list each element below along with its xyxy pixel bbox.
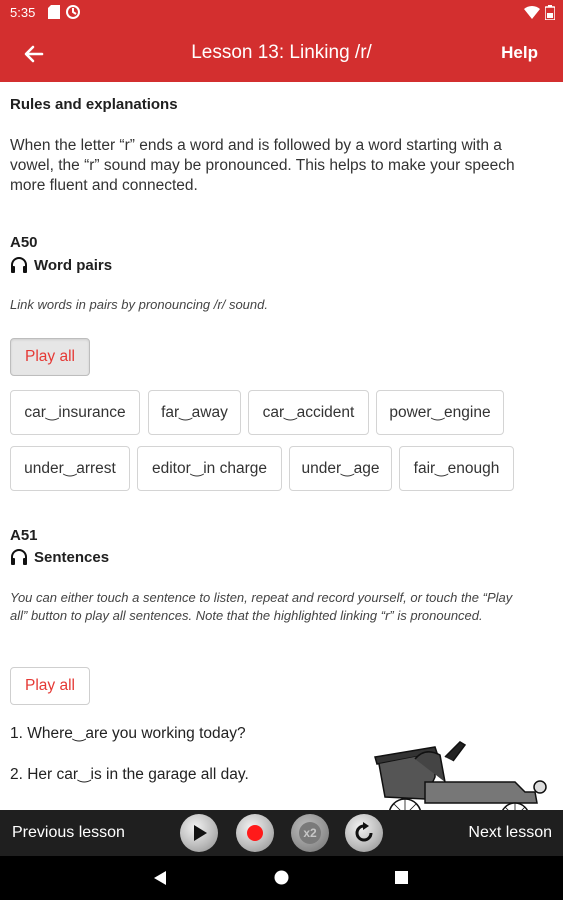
sd-card-icon — [48, 5, 60, 19]
sync-icon — [66, 5, 80, 19]
sentence-item[interactable]: 1. Where‿are you working today? — [10, 724, 246, 743]
record-button[interactable] — [236, 814, 274, 852]
vintage-car-illustration — [374, 741, 547, 810]
exercise-instruction: You can either touch a sentence to liste… — [10, 590, 513, 623]
exercise-instruction: Link words in pairs by pronouncing /r/ s… — [10, 297, 268, 312]
rules-heading: Rules and explanations — [10, 96, 178, 113]
battery-icon — [545, 5, 555, 20]
record-icon — [247, 825, 263, 841]
headphones-icon — [11, 257, 27, 273]
word-pair-chip[interactable]: car‿insurance — [10, 390, 140, 435]
rules-text: When the letter “r” ends a word and is f… — [10, 137, 515, 194]
replay-icon — [355, 822, 373, 842]
headphones-icon — [11, 549, 27, 565]
play-icon — [194, 825, 207, 841]
speed-label: x2 — [299, 822, 321, 844]
word-pair-chip[interactable]: editor‿in charge — [137, 446, 282, 491]
exercise-code: A51 — [10, 527, 38, 544]
word-pair-chip[interactable]: under‿age — [289, 446, 392, 491]
status-bar: 5:35 — [0, 0, 563, 26]
nav-back-icon[interactable] — [153, 870, 167, 886]
system-nav-bar — [0, 856, 563, 900]
wifi-icon — [524, 6, 540, 19]
replay-button[interactable] — [345, 814, 383, 852]
previous-lesson-button[interactable]: Previous lesson — [12, 824, 125, 842]
sentence-item[interactable]: 2. Her car‿is in the garage all day. — [10, 765, 249, 784]
next-lesson-button[interactable]: Next lesson — [468, 824, 552, 842]
play-all-button[interactable]: Play all — [10, 338, 90, 376]
word-pair-chip[interactable]: car‿accident — [248, 390, 369, 435]
app-bar: Lesson 13: Linking /r/ Help — [0, 26, 563, 82]
play-button[interactable] — [180, 814, 218, 852]
status-time: 5:35 — [10, 5, 36, 20]
word-pair-chip[interactable]: far‿away — [148, 390, 241, 435]
nav-recents-icon[interactable] — [395, 871, 408, 884]
word-pair-chip[interactable]: fair‿enough — [399, 446, 514, 491]
exercise-title: Word pairs — [10, 256, 112, 274]
player-bar: Previous lesson x2 Next lesson — [0, 810, 563, 856]
exercise-title-label: Word pairs — [34, 256, 113, 274]
word-pair-chip[interactable]: under‿arrest — [10, 446, 130, 491]
exercise-title-label: Sentences — [34, 548, 110, 566]
play-all-button[interactable]: Play all — [10, 667, 90, 705]
status-notification-icons — [48, 5, 80, 19]
page-title: Lesson 13: Linking /r/ — [191, 42, 372, 63]
exercise-title: Sentences — [10, 548, 109, 566]
exercise-code: A50 — [10, 234, 38, 251]
word-pair-chip[interactable]: power‿engine — [376, 390, 504, 435]
nav-home-icon[interactable] — [274, 870, 289, 885]
help-button[interactable]: Help — [501, 43, 538, 63]
speed-button[interactable]: x2 — [291, 814, 329, 852]
lesson-content[interactable]: Rules and explanations When the letter “… — [0, 82, 563, 810]
status-system-icons — [524, 5, 555, 20]
